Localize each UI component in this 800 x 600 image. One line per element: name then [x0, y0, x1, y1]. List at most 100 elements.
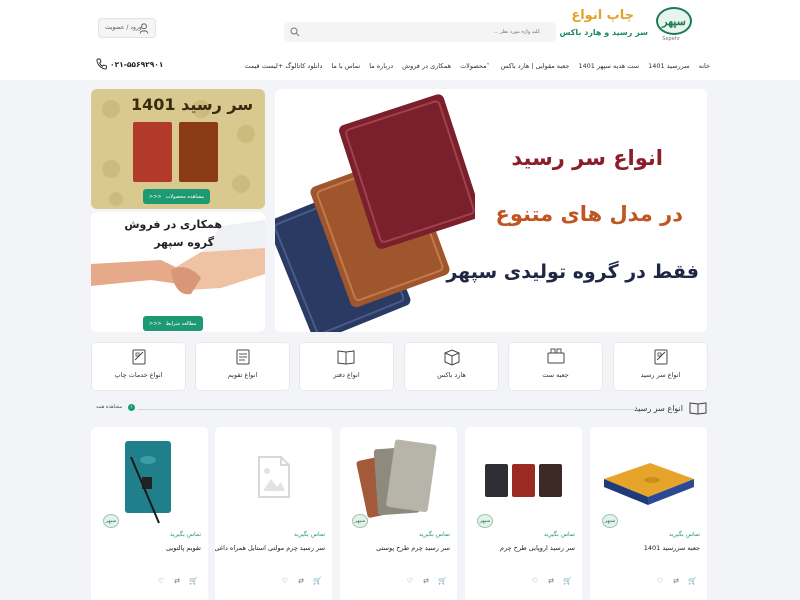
nav-item-hard-box[interactable]: جعبه مقوایی | هارد باکس	[501, 62, 570, 70]
wishlist-icon[interactable]: ♡	[407, 577, 413, 585]
category-label: جعبه ست	[542, 371, 569, 379]
book-icon	[689, 402, 707, 415]
product-card[interactable]: سپهر تماس بگیرید جعبه سررسید 1401 🛒 ⇄ ♡	[590, 427, 707, 600]
category-label: انواع تقویم	[227, 371, 258, 379]
placeholder-image-icon[interactable]	[215, 427, 332, 527]
product-name[interactable]: سر رسید چرم طرح پوستی	[376, 544, 450, 552]
read-terms-button[interactable]: >>> مطالعه شرایط	[143, 316, 203, 331]
brand-badge: سپهر	[477, 514, 493, 528]
product-image[interactable]	[340, 427, 457, 527]
category-label: هارد باکس	[437, 371, 466, 379]
notebook-icon	[337, 350, 355, 365]
phone-contact[interactable]: ۰۲۱-۵۵۶۹۲۹۰۱	[96, 58, 163, 70]
nav-item-diary-1401[interactable]: سررسید 1401	[648, 62, 690, 70]
banner2-title-line-2: گروه سپهر	[154, 236, 214, 249]
add-to-cart-icon[interactable]: 🛒	[688, 577, 697, 585]
sales-partnership-banner[interactable]: همکاری در فروش گروه سپهر >>> مطالعه شرای…	[91, 212, 265, 332]
banner2-title-line-1: همکاری در فروش	[124, 218, 222, 231]
section-divider	[138, 409, 639, 410]
arrows-icon: >>>	[149, 193, 162, 200]
hero-banner[interactable]: انواع سر رسید در مدل های متنوع فقط در گر…	[275, 89, 707, 332]
category-print-services[interactable]: انواع خدمات چاپ	[91, 342, 186, 391]
add-to-cart-icon[interactable]: 🛒	[438, 577, 447, 585]
product-actions: 🛒 ⇄ ♡	[465, 577, 582, 589]
add-to-cart-icon[interactable]: 🛒	[189, 577, 198, 585]
nav-item-sales-partnership[interactable]: همکاری در فروش	[402, 62, 451, 70]
product-actions: 🛒 ⇄ ♡	[340, 577, 457, 589]
category-box-set[interactable]: جعبه ست	[508, 342, 603, 391]
category-label: انواع دفتر	[333, 371, 360, 379]
product-name[interactable]: جعبه سررسید 1401	[644, 544, 700, 552]
print-icon	[654, 349, 668, 365]
read-terms-label: مطالعه شرایط	[165, 320, 197, 327]
view-all-icon[interactable]: ‹	[128, 404, 135, 411]
category-diary[interactable]: انواع سر رسید	[613, 342, 708, 391]
phone-number: ۰۲۱-۵۵۶۹۲۹۰۱	[110, 59, 164, 69]
product-card[interactable]: سپهر تماس بگیرید تقویم پالتویی 🛒 ⇄ ♡	[91, 427, 208, 600]
brand-title: چاپ انواع	[571, 8, 634, 23]
view-products-button[interactable]: >>> مشاهده محصولات	[143, 189, 211, 204]
compare-icon[interactable]: ⇄	[174, 577, 180, 585]
wishlist-icon[interactable]: ♡	[282, 577, 288, 585]
hard-box-icon	[444, 349, 460, 366]
category-label: انواع سر رسید	[640, 371, 681, 379]
product-name[interactable]: تقویم پالتویی	[166, 544, 201, 552]
site-header: سپهر Sepehr چاپ انواع سر رسید و هارد باک…	[0, 0, 800, 80]
diary-1401-banner[interactable]: سر رسید 1401 >>> مشاهده محصولات	[91, 89, 265, 209]
wishlist-icon[interactable]: ♡	[158, 577, 164, 585]
search-box	[284, 22, 556, 42]
product-image[interactable]	[465, 427, 582, 527]
banner1-title: سر رسید 1401	[131, 95, 254, 114]
nav-item-contact[interactable]: تماس با ما	[331, 62, 360, 70]
add-to-cart-icon[interactable]: 🛒	[563, 577, 572, 585]
nav-item-products[interactable]: محصولات	[460, 62, 492, 70]
logo-subtitle: Sepehr	[662, 36, 680, 42]
brand-badge: سپهر	[103, 514, 119, 528]
category-hard-box[interactable]: هارد باکس	[404, 342, 499, 391]
calendar-icon	[236, 349, 250, 365]
nav-item-home[interactable]: خانه	[699, 62, 710, 70]
product-card[interactable]: تماس بگیرید سر رسید چرم مولتی استایل همر…	[215, 427, 332, 600]
product-price: تماس بگیرید	[668, 531, 700, 538]
phone-icon	[96, 58, 107, 70]
print-services-icon	[132, 349, 146, 365]
nav-item-gift-set[interactable]: ست هدیه سپهر 1401	[578, 62, 639, 70]
nav-item-catalog[interactable]: دانلود کاتالوگ +لیست قیمت	[244, 62, 322, 70]
product-image[interactable]	[91, 427, 208, 527]
logo-text: سپهر	[662, 14, 686, 28]
hero-line-2: در مدل های متنوع	[495, 202, 683, 226]
search-input[interactable]	[306, 22, 546, 42]
product-actions: 🛒 ⇄ ♡	[91, 577, 208, 589]
nav-item-about[interactable]: درباره ما	[369, 62, 393, 70]
main-nav: خانه سررسید 1401 ست هدیه سپهر 1401 جعبه …	[90, 58, 710, 78]
brand-badge: سپهر	[602, 514, 618, 528]
user-icon	[139, 23, 149, 34]
compare-icon[interactable]: ⇄	[673, 577, 679, 585]
wishlist-icon[interactable]: ♡	[657, 577, 663, 585]
compare-icon[interactable]: ⇄	[548, 577, 554, 585]
box-set-icon	[547, 348, 565, 364]
add-to-cart-icon[interactable]: 🛒	[313, 577, 322, 585]
category-label: انواع خدمات چاپ	[114, 371, 163, 379]
product-card[interactable]: سپهر تماس بگیرید سر رسید چرم طرح پوستی 🛒…	[340, 427, 457, 600]
search-icon[interactable]	[290, 27, 300, 37]
logo[interactable]: سپهر	[656, 7, 692, 35]
view-products-label: مشاهده محصولات	[165, 193, 205, 200]
wishlist-icon[interactable]: ♡	[532, 577, 538, 585]
product-price: تماس بگیرید	[543, 531, 575, 538]
category-notebook[interactable]: انواع دفتر	[299, 342, 394, 391]
compare-icon[interactable]: ⇄	[423, 577, 429, 585]
section-title: انواع سر رسید	[634, 404, 683, 413]
hero-line-1: انواع سر رسید	[511, 146, 663, 170]
view-all-link[interactable]: مشاهده همه	[96, 404, 122, 410]
compare-icon[interactable]: ⇄	[298, 577, 304, 585]
product-price: تماس بگیرید	[169, 531, 201, 538]
category-calendar[interactable]: انواع تقویم	[195, 342, 290, 391]
section-header: انواع سر رسید ‹ مشاهده همه	[91, 400, 707, 420]
product-image[interactable]	[590, 427, 707, 527]
login-button[interactable]: ورود / عضویت	[98, 18, 156, 38]
login-label: ورود / عضویت	[105, 24, 142, 31]
product-name[interactable]: سر رسید چرم مولتی استایل همراه داغی	[215, 544, 325, 552]
product-card[interactable]: سپهر تماس بگیرید سر رسید اروپایی طرح چرم…	[465, 427, 582, 600]
product-name[interactable]: سر رسید اروپایی طرح چرم	[500, 544, 575, 552]
